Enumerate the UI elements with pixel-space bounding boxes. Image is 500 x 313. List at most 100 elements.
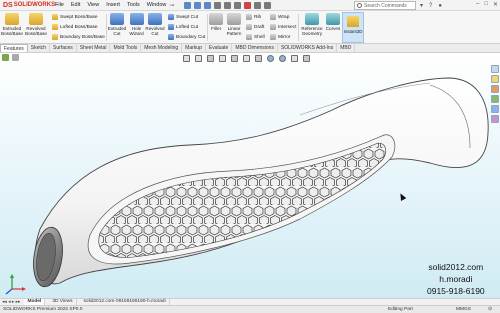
status-help-icon[interactable]: ⊙ bbox=[488, 307, 492, 312]
undo-icon[interactable] bbox=[224, 1, 232, 9]
swept-cut-button[interactable]: Swept Cut bbox=[168, 14, 198, 20]
knife-handle-model[interactable] bbox=[0, 53, 500, 298]
minimize-icon[interactable]: – bbox=[476, 1, 479, 8]
boundary-cut-icon bbox=[168, 34, 174, 40]
watermark-site: solid2012.com bbox=[428, 262, 484, 272]
select-icon[interactable] bbox=[234, 1, 242, 9]
tab-surfaces[interactable]: Surfaces bbox=[50, 44, 77, 52]
reference-geometry-label: Reference Geometry bbox=[301, 26, 323, 36]
dropdown-icon[interactable]: ▾ bbox=[420, 2, 423, 9]
lofted-cut-icon bbox=[168, 24, 174, 30]
boundary-boss-button[interactable]: Boundary Boss/Base bbox=[52, 34, 105, 40]
close-icon[interactable]: ✕ bbox=[493, 1, 498, 8]
hole-wizard-button[interactable]: Hole Wizard bbox=[128, 13, 145, 36]
extruded-boss-label: Extruded Boss/Base bbox=[1, 26, 23, 36]
extruded-boss-button[interactable]: Extruded Boss/Base bbox=[1, 13, 23, 36]
menu-view[interactable]: View bbox=[87, 2, 99, 8]
swept-boss-button[interactable]: Swept Boss/Base bbox=[52, 14, 98, 20]
reference-geometry-icon bbox=[305, 13, 319, 25]
search-commands-input[interactable]: Search Commands bbox=[354, 1, 416, 10]
shell-button[interactable]: Shell bbox=[246, 34, 265, 40]
solidworks-wordmark: SOLIDWORKS bbox=[13, 2, 56, 8]
instant3d-label: Instant3D bbox=[343, 29, 363, 34]
menu-file[interactable]: File bbox=[55, 2, 64, 8]
draft-button[interactable]: Draft bbox=[246, 24, 264, 30]
rebuild-icon[interactable] bbox=[244, 1, 252, 9]
boundary-boss-icon bbox=[52, 34, 58, 40]
tab-mbd[interactable]: MBD bbox=[337, 44, 356, 52]
save-icon[interactable] bbox=[204, 1, 212, 9]
tab-mesh-modeling[interactable]: Mesh Modeling bbox=[141, 44, 183, 52]
pin-icon[interactable]: ⊸ bbox=[169, 2, 174, 9]
rib-button[interactable]: Rib bbox=[246, 14, 261, 20]
reference-geometry-button[interactable]: Reference Geometry bbox=[300, 13, 324, 36]
boundary-boss-label: Boundary Boss/Base bbox=[60, 34, 105, 40]
lofted-cut-button[interactable]: Lofted Cut bbox=[168, 24, 198, 30]
revolved-cut-button[interactable]: Revolved Cut bbox=[145, 13, 165, 36]
tab-markup[interactable]: Markup bbox=[182, 44, 206, 52]
intersect-button[interactable]: Intersect bbox=[270, 24, 296, 30]
shell-icon bbox=[246, 34, 252, 40]
file-properties-icon[interactable] bbox=[254, 1, 262, 9]
extruded-cut-button[interactable]: Extruded Cut bbox=[108, 13, 126, 36]
menu-edit[interactable]: Edit bbox=[71, 2, 80, 8]
revolved-boss-icon bbox=[29, 13, 43, 25]
revolved-boss-button[interactable]: Revolved Boss/Base bbox=[25, 13, 47, 36]
tab-solidworks-addins[interactable]: SOLIDWORKS Add-Ins bbox=[278, 44, 338, 52]
linear-pattern-icon bbox=[227, 13, 241, 25]
linear-pattern-label: Linear Pattern bbox=[226, 26, 242, 36]
revolved-cut-icon bbox=[148, 13, 162, 25]
command-manager: Extruded Boss/Base Revolved Boss/Base Sw… bbox=[0, 11, 500, 44]
swept-boss-icon bbox=[52, 14, 58, 20]
lofted-boss-button[interactable]: Lofted Boss/Base bbox=[52, 24, 98, 30]
user-icon[interactable]: ● bbox=[438, 3, 442, 9]
status-units[interactable]: MMGS bbox=[456, 307, 471, 312]
mirror-icon bbox=[270, 34, 276, 40]
swept-boss-label: Swept Boss/Base bbox=[60, 14, 98, 20]
menu-bar: File Edit View Insert Tools Window bbox=[55, 2, 166, 8]
tab-evaluate[interactable]: Evaluate bbox=[206, 44, 233, 52]
maximize-icon[interactable]: □ bbox=[484, 1, 488, 8]
draft-icon bbox=[246, 24, 252, 30]
fillet-button[interactable]: Fillet bbox=[209, 13, 223, 31]
hole-wizard-icon bbox=[129, 13, 144, 25]
lofted-cut-label: Lofted Cut bbox=[176, 24, 199, 30]
tab-mbd-dimensions[interactable]: MBD Dimensions bbox=[232, 44, 278, 52]
options-icon[interactable] bbox=[264, 1, 272, 9]
menu-insert[interactable]: Insert bbox=[106, 2, 120, 8]
title-bar: DS SOLIDWORKS › File Edit View Insert To… bbox=[0, 0, 500, 11]
swept-cut-label: Swept Cut bbox=[176, 14, 199, 20]
open-icon[interactable] bbox=[194, 1, 202, 9]
search-icon bbox=[357, 3, 362, 8]
watermark: solid2012.com h.moradi 0915-918-6190 bbox=[427, 261, 485, 297]
solidworks-logo[interactable]: DS SOLIDWORKS › bbox=[0, 2, 58, 9]
curves-label: Curves bbox=[325, 26, 341, 31]
hole-wizard-label: Hole Wizard bbox=[129, 26, 144, 36]
curves-button[interactable]: Curves bbox=[325, 13, 341, 31]
help-icon[interactable]: ? bbox=[429, 3, 432, 9]
print-icon[interactable] bbox=[214, 1, 222, 9]
intersect-icon bbox=[270, 24, 276, 30]
lofted-boss-label: Lofted Boss/Base bbox=[60, 24, 98, 30]
instant3d-button[interactable]: Instant3D bbox=[342, 12, 364, 43]
tab-sheet-metal[interactable]: Sheet Metal bbox=[77, 44, 111, 52]
extruded-cut-label: Extruded Cut bbox=[107, 26, 127, 36]
new-icon[interactable] bbox=[184, 1, 192, 9]
tab-mold-tools[interactable]: Mold Tools bbox=[110, 44, 142, 52]
linear-pattern-button[interactable]: Linear Pattern bbox=[224, 13, 244, 36]
mirror-button[interactable]: Mirror bbox=[270, 34, 291, 40]
tab-scroll-arrows[interactable]: ◂◂ ◂ ▸ ▸▸ bbox=[0, 300, 20, 305]
menu-tools[interactable]: Tools bbox=[127, 2, 140, 8]
quick-access-toolbar bbox=[184, 1, 272, 9]
revolved-cut-label: Revolved Cut bbox=[145, 26, 165, 36]
tab-features[interactable]: Features bbox=[0, 44, 28, 52]
tab-sketch[interactable]: Sketch bbox=[28, 44, 51, 52]
revolved-boss-label: Revolved Boss/Base bbox=[25, 26, 47, 36]
graphics-area[interactable]: solid2012.com h.moradi 0915-918-6190 bbox=[0, 53, 500, 298]
boundary-cut-button[interactable]: Boundary Cut bbox=[168, 34, 205, 40]
rib-icon bbox=[246, 14, 252, 20]
fillet-label: Fillet bbox=[211, 26, 221, 31]
wrap-label: Wrap bbox=[278, 14, 290, 20]
wrap-button[interactable]: Wrap bbox=[270, 14, 289, 20]
menu-window[interactable]: Window bbox=[147, 2, 167, 8]
